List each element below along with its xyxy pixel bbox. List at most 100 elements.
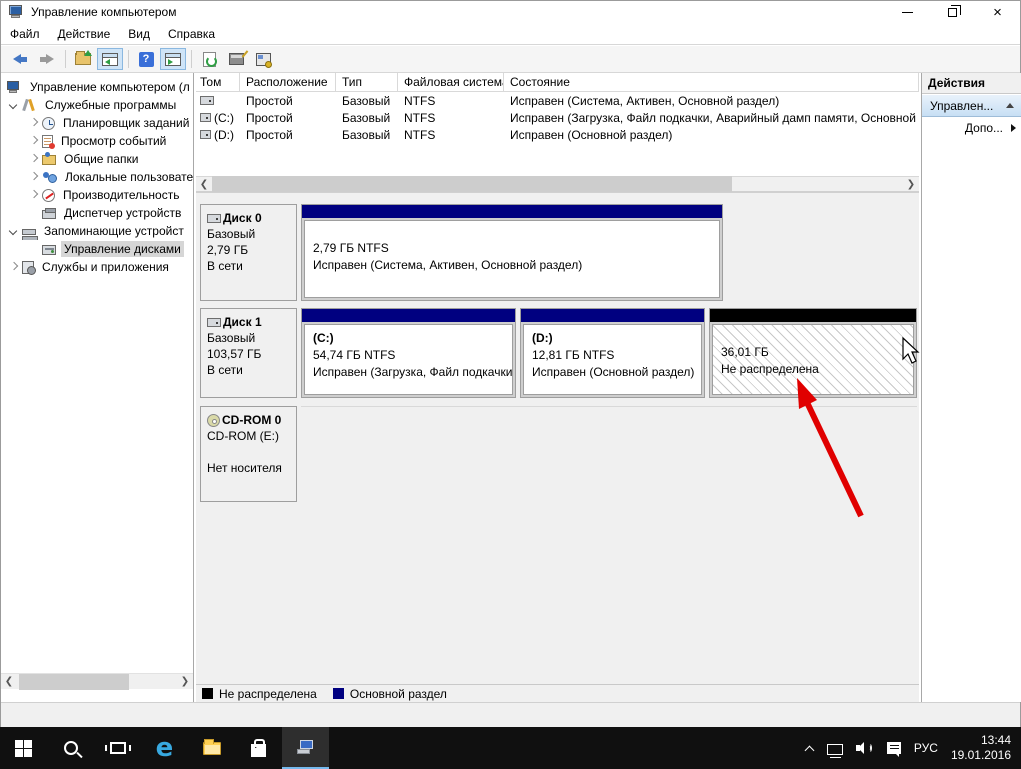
volume-list-horizontal-scrollbar[interactable]: ❮ ❯	[196, 177, 919, 193]
selected-tree-item-label: Управление дисками	[61, 241, 184, 257]
computer-management-icon	[297, 740, 315, 755]
disk0-partition[interactable]: 2,79 ГБ NTFS Исправен (Система, Активен,…	[301, 204, 723, 301]
manage-button[interactable]	[250, 48, 276, 70]
tree-item-device-manager[interactable]: Диспетчер устройств	[1, 204, 193, 222]
disk1-partition-d[interactable]: (D:) 12,81 ГБ NTFS Исправен (Основной ра…	[520, 308, 705, 398]
manage-icon	[256, 53, 271, 66]
store-button[interactable]	[235, 727, 282, 769]
tree-item-task-scheduler[interactable]: Планировщик заданий	[1, 114, 193, 132]
console-tree-pane: Управление компьютером (л Служебные прог…	[1, 73, 194, 702]
forward-button[interactable]	[34, 48, 60, 70]
disk1-partition-c[interactable]: (C:) 54,74 ГБ NTFS Исправен (Загрузка, Ф…	[301, 308, 516, 398]
chevron-right-icon[interactable]	[29, 173, 37, 181]
menu-help[interactable]: Справка	[159, 24, 224, 44]
action-pane-icon	[165, 53, 181, 66]
task-scheduler-icon	[42, 117, 55, 130]
unallocated-colorbar	[710, 309, 916, 322]
computer-management-taskbar-button[interactable]	[282, 727, 329, 769]
column-header-layout[interactable]: Расположение	[240, 73, 336, 91]
start-button[interactable]	[0, 727, 47, 769]
disk0-row: Диск 0 Базовый 2,79 ГБ В сети 2,79 ГБ NT…	[200, 204, 917, 301]
tree-item-shared-folders[interactable]: Общие папки	[1, 150, 193, 168]
refresh-button[interactable]	[196, 48, 222, 70]
tree-item-storage[interactable]: Запоминающие устройст	[1, 222, 193, 240]
actions-pane-header: Действия	[922, 73, 1021, 94]
disk1-unallocated-space[interactable]: 36,01 ГБ Не распределена	[709, 308, 917, 398]
computer-management-window: Управление компьютером × Файл Действие В…	[0, 0, 1021, 727]
clock[interactable]: 13:44 19.01.2016	[951, 733, 1011, 763]
file-explorer-icon	[203, 742, 221, 755]
console-tree-toggle-button[interactable]	[97, 48, 123, 70]
close-button[interactable]: ×	[975, 1, 1020, 23]
column-header-volume[interactable]: Том	[196, 73, 240, 91]
actions-group-disk-management[interactable]: Управлен...	[922, 94, 1021, 117]
scrollbar-thumb[interactable]	[19, 674, 129, 690]
unallocated-legend-swatch	[202, 688, 213, 699]
column-header-status[interactable]: Состояние	[504, 73, 919, 91]
tree-item-computer-management-root[interactable]: Управление компьютером (л	[1, 78, 193, 96]
chevron-right-icon[interactable]	[29, 119, 37, 127]
minimize-button[interactable]	[885, 1, 930, 23]
task-view-button[interactable]	[94, 727, 141, 769]
menu-action[interactable]: Действие	[49, 24, 120, 44]
menu-view[interactable]: Вид	[119, 24, 159, 44]
column-header-type[interactable]: Тип	[336, 73, 398, 91]
show-hidden-icons-button[interactable]	[805, 744, 814, 753]
system-tools-icon	[22, 99, 37, 112]
volume-row-system[interactable]: Простой Базовый NTFS Исправен (Система, …	[196, 92, 919, 109]
menu-file[interactable]: Файл	[1, 24, 49, 44]
back-icon	[13, 54, 27, 64]
disk-management-pane: Том Расположение Тип Файловая система Со…	[196, 73, 919, 702]
tree-item-services-applications[interactable]: Службы и приложения	[1, 258, 193, 276]
services-icon	[22, 261, 34, 274]
scroll-right-arrow[interactable]: ❯	[177, 674, 193, 690]
up-level-button[interactable]	[70, 48, 96, 70]
disk1-label-panel[interactable]: Диск 1 Базовый 103,57 ГБ В сети	[200, 308, 297, 398]
chevron-right-icon[interactable]	[29, 191, 37, 199]
back-button[interactable]	[7, 48, 33, 70]
toolbar: ?	[1, 46, 1020, 73]
primary-legend-label: Основной раздел	[350, 687, 447, 701]
shared-folders-icon	[42, 155, 56, 165]
network-icon[interactable]	[827, 744, 843, 755]
tree-item-event-viewer[interactable]: Просмотр событий	[1, 132, 193, 150]
tree-item-system-tools[interactable]: Служебные программы	[1, 96, 193, 114]
chevron-down-icon[interactable]	[9, 101, 17, 109]
computer-icon	[7, 81, 22, 94]
task-view-icon	[110, 742, 126, 754]
properties-button[interactable]	[223, 48, 249, 70]
volume-icon-tray[interactable]	[856, 741, 874, 755]
action-pane-toggle-button[interactable]	[160, 48, 186, 70]
folder-up-icon	[75, 53, 91, 65]
column-header-filesystem[interactable]: Файловая система	[398, 73, 504, 91]
scrollbar-thumb[interactable]	[212, 176, 732, 192]
chevron-right-icon[interactable]	[9, 263, 17, 271]
chevron-down-icon[interactable]	[9, 227, 17, 235]
scroll-left-arrow[interactable]: ❮	[1, 674, 17, 690]
volume-row-c[interactable]: (C:) Простой Базовый NTFS Исправен (Загр…	[196, 109, 919, 126]
language-indicator[interactable]: РУС	[914, 741, 938, 755]
disk0-label-panel[interactable]: Диск 0 Базовый 2,79 ГБ В сети	[200, 204, 297, 301]
performance-icon	[42, 189, 55, 202]
title-bar: Управление компьютером ×	[1, 1, 1020, 23]
restore-button[interactable]	[930, 1, 975, 23]
tree-item-disk-management[interactable]: Управление дисками	[1, 240, 193, 258]
tree-item-performance[interactable]: Производительность	[1, 186, 193, 204]
action-center-icon[interactable]	[887, 742, 901, 754]
chevron-right-icon[interactable]	[29, 155, 37, 163]
chevron-right-icon[interactable]	[29, 137, 37, 145]
time: 13:44	[981, 733, 1011, 747]
more-actions-item[interactable]: Допо...	[922, 117, 1021, 139]
scroll-left-arrow[interactable]: ❮	[196, 176, 212, 192]
help-button[interactable]: ?	[133, 48, 159, 70]
event-viewer-icon	[42, 135, 53, 148]
volume-row-d[interactable]: (D:) Простой Базовый NTFS Исправен (Осно…	[196, 126, 919, 143]
file-explorer-button[interactable]	[188, 727, 235, 769]
search-button[interactable]	[47, 727, 94, 769]
edge-button[interactable]: e	[141, 727, 188, 769]
scroll-right-arrow[interactable]: ❯	[903, 176, 919, 192]
tree-item-local-users[interactable]: Локальные пользовате	[1, 168, 193, 186]
collapse-arrow-icon[interactable]	[1006, 103, 1014, 108]
cdrom-label-panel[interactable]: CD-ROM 0 CD-ROM (E:) Нет носителя	[200, 406, 297, 502]
tree-horizontal-scrollbar[interactable]: ❮ ❯	[1, 673, 193, 689]
